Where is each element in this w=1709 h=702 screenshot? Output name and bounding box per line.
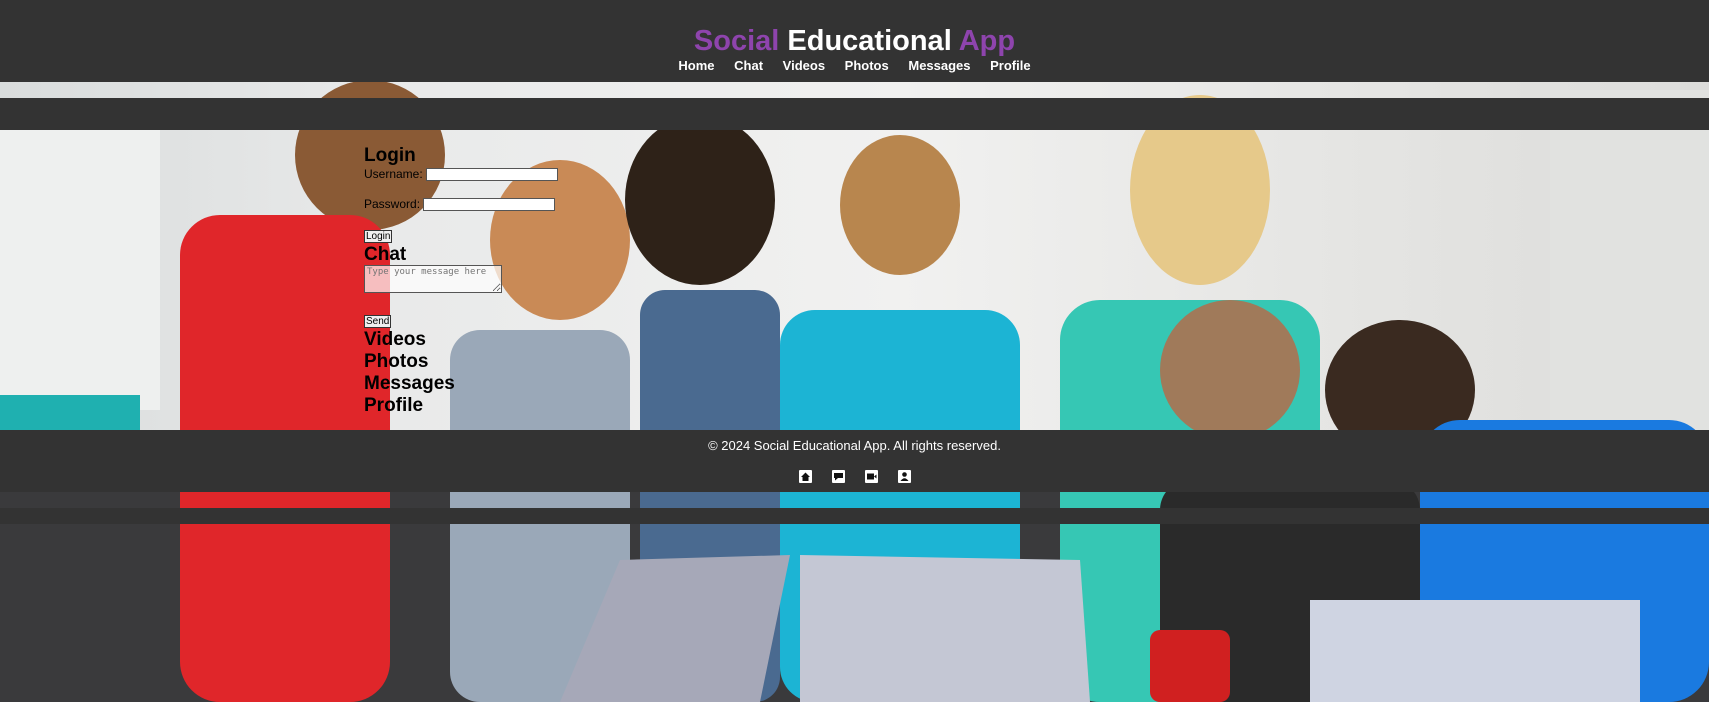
password-label: Password: bbox=[364, 197, 421, 211]
nav-profile[interactable]: Profile bbox=[990, 58, 1030, 73]
profile-heading: Profile bbox=[364, 395, 424, 416]
videos-heading: Videos bbox=[364, 329, 426, 350]
title-word-educational: Educational bbox=[787, 25, 952, 57]
username-label: Username: bbox=[364, 167, 423, 181]
nav-home[interactable]: Home bbox=[678, 58, 714, 73]
nav-chat[interactable]: Chat bbox=[734, 58, 763, 73]
title-word-app: App bbox=[958, 25, 1016, 57]
nav-photos[interactable]: Photos bbox=[845, 58, 889, 73]
messages-heading: Messages bbox=[364, 373, 455, 394]
chat-heading: Chat bbox=[364, 244, 407, 265]
copyright-text: © 2024 Social Educational App. All right… bbox=[708, 438, 1001, 453]
send-button[interactable]: Send bbox=[364, 315, 392, 328]
title-word-social: Social bbox=[693, 25, 780, 57]
login-section: Login Username: Password: Login bbox=[364, 145, 559, 244]
username-input[interactable] bbox=[426, 168, 559, 182]
home-icon[interactable] bbox=[798, 470, 812, 483]
site-footer: © 2024 Social Educational App. All right… bbox=[0, 430, 1709, 492]
site-header: Social Educational App Home Chat Videos … bbox=[0, 0, 1709, 82]
password-row: Password: bbox=[364, 196, 558, 226]
video-icon[interactable] bbox=[864, 470, 878, 483]
top-band bbox=[0, 98, 1709, 130]
password-input[interactable] bbox=[423, 198, 556, 212]
chat-icon[interactable] bbox=[831, 470, 845, 483]
main-content: Login Username: Password: Login Chat Sen… bbox=[364, 145, 559, 417]
chat-message-input[interactable] bbox=[364, 265, 502, 293]
login-heading: Login bbox=[364, 145, 416, 166]
username-row: Username: bbox=[364, 166, 559, 196]
site-title: Social Educational App bbox=[0, 24, 1709, 58]
main-nav: Home Chat Videos Photos Messages Profile bbox=[0, 58, 1709, 74]
nav-videos[interactable]: Videos bbox=[783, 58, 825, 73]
profile-icon[interactable] bbox=[897, 470, 911, 483]
lower-band bbox=[0, 508, 1709, 524]
section-headings: Videos Photos Messages Profile bbox=[364, 329, 558, 417]
footer-icons bbox=[0, 470, 1709, 483]
nav-messages[interactable]: Messages bbox=[908, 58, 970, 73]
photos-heading: Photos bbox=[364, 351, 429, 372]
chat-section: Chat Send bbox=[364, 244, 558, 329]
login-button[interactable]: Login bbox=[364, 230, 393, 243]
